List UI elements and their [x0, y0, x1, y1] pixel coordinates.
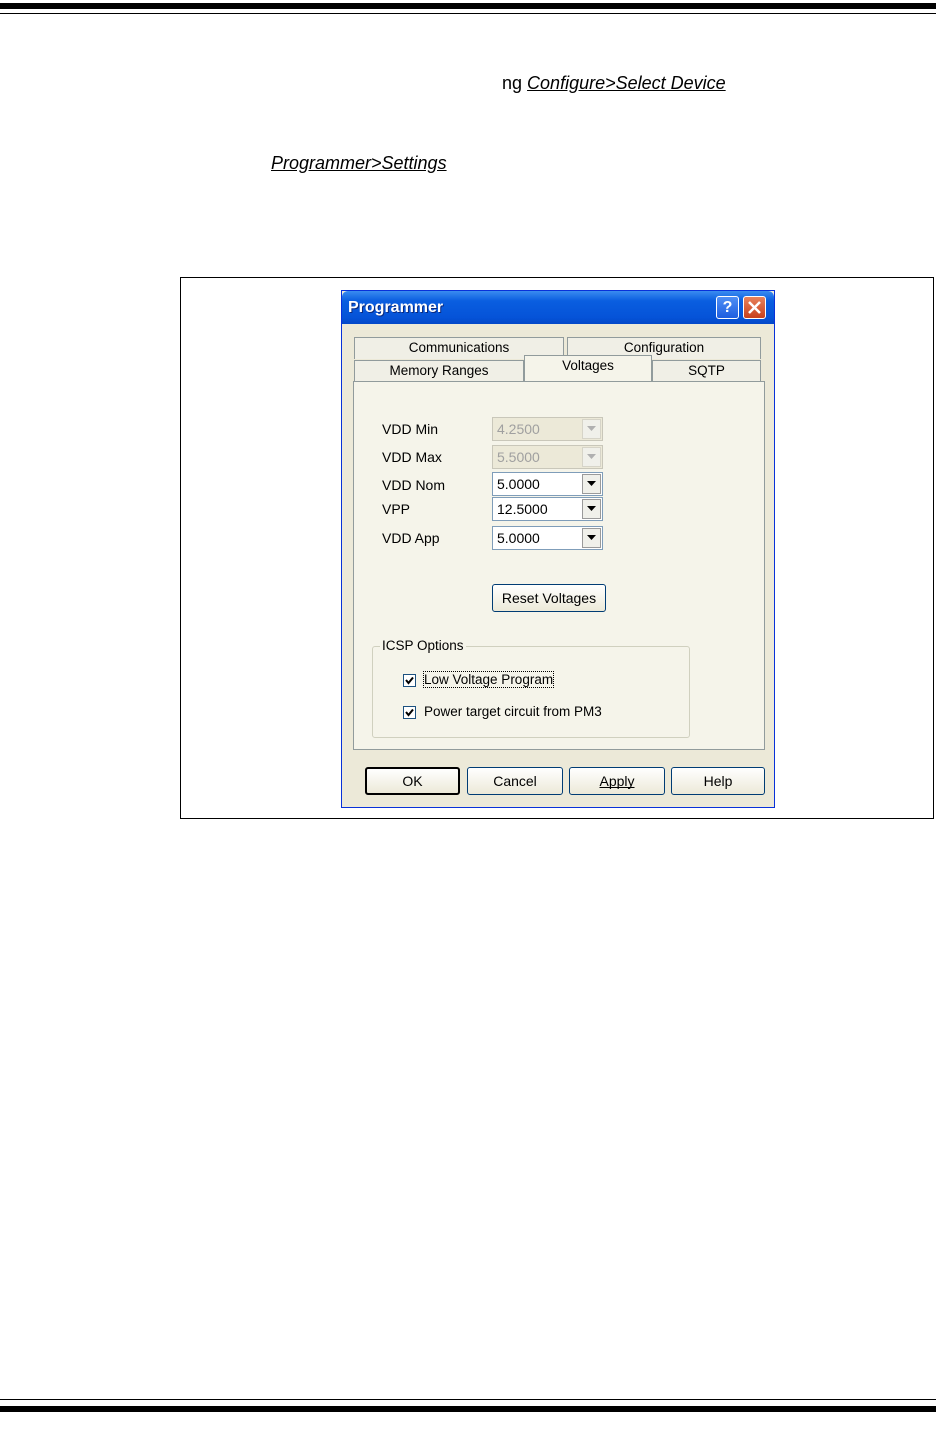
icsp-options-group: ICSP Options Low Voltage Program Power t…	[372, 638, 690, 738]
help-button[interactable]: Help	[671, 767, 765, 795]
vpp-label: VPP	[382, 501, 411, 517]
apply-button[interactable]: Apply	[569, 767, 665, 795]
vdd-max-combo: 5.5000	[492, 445, 603, 469]
tab-sqtp[interactable]: SQTP	[652, 360, 761, 382]
programmer-settings-link[interactable]: Programmer>Settings	[271, 153, 447, 173]
vdd-nom-combo[interactable]: 5.0000	[492, 472, 603, 496]
chevron-down-icon[interactable]	[582, 528, 601, 548]
cancel-button[interactable]: Cancel	[467, 767, 563, 795]
chevron-down-icon[interactable]	[582, 474, 601, 494]
vpp-combo[interactable]: 12.5000	[492, 497, 603, 521]
vpp-value: 12.5000	[497, 501, 548, 517]
bottom-rule	[0, 1399, 936, 1412]
vdd-min-value: 4.2500	[497, 421, 540, 437]
top-rule	[0, 0, 936, 14]
reset-voltages-button[interactable]: Reset Voltages	[492, 584, 606, 612]
help-icon[interactable]: ?	[716, 296, 739, 319]
tab-memory-ranges[interactable]: Memory Ranges	[354, 360, 524, 382]
low-voltage-program-checkbox[interactable]	[403, 674, 416, 687]
vdd-max-label: VDD Max	[382, 449, 442, 465]
vdd-app-value: 5.0000	[497, 530, 540, 546]
configure-select-device-link[interactable]: Configure>Select Device	[527, 73, 726, 93]
title-bar[interactable]: Programmer ?	[342, 291, 774, 324]
vdd-nom-value: 5.0000	[497, 476, 540, 492]
dialog-title: Programmer	[348, 299, 444, 316]
ok-button[interactable]: OK	[365, 767, 460, 795]
power-target-label[interactable]: Power target circuit from PM3	[424, 704, 602, 719]
tab-voltages[interactable]: Voltages	[524, 355, 652, 381]
chevron-down-icon	[582, 419, 601, 439]
close-icon[interactable]	[743, 296, 766, 319]
vdd-min-combo: 4.2500	[492, 417, 603, 441]
vdd-app-combo[interactable]: 5.0000	[492, 526, 603, 550]
instruction-line-1: ng Configure>Select Device	[502, 73, 726, 94]
apply-button-label: Apply	[599, 773, 635, 789]
power-target-checkbox[interactable]	[403, 706, 416, 719]
vdd-min-label: VDD Min	[382, 421, 439, 437]
icsp-options-title: ICSP Options	[380, 638, 466, 653]
programmer-dialog: Programmer ? Communications Configuratio…	[341, 290, 775, 808]
voltages-panel: VDD Min 4.2500 VDD Max 5.5000 VDD Nom 5.…	[353, 381, 765, 750]
instruction-line-2: Programmer>Settings	[271, 153, 447, 174]
vdd-app-label: VDD App	[382, 530, 440, 546]
chevron-down-icon[interactable]	[582, 499, 601, 519]
instruction-prefix: ng	[502, 73, 523, 93]
vdd-max-value: 5.5000	[497, 449, 540, 465]
vdd-nom-label: VDD Nom	[382, 477, 446, 493]
chevron-down-icon	[582, 447, 601, 467]
low-voltage-program-label[interactable]: Low Voltage Program	[422, 671, 555, 688]
